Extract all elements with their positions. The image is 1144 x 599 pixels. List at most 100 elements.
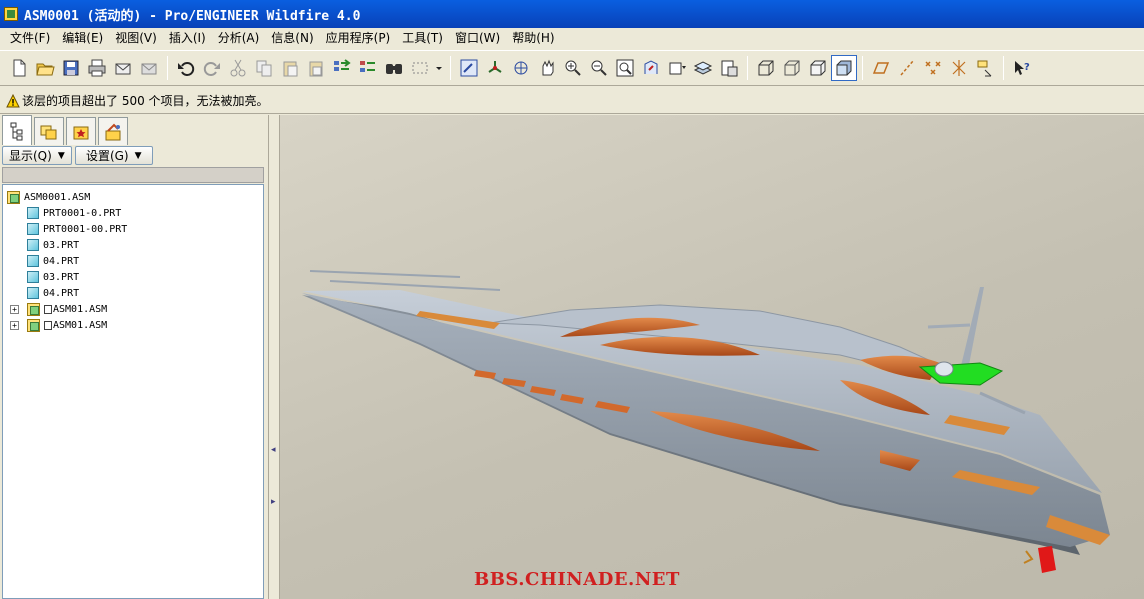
regen-manager-icon[interactable] <box>355 55 381 81</box>
menu-insert[interactable]: 插入(I) <box>163 28 212 48</box>
part-icon <box>27 207 39 219</box>
tree-item-root[interactable]: ASM0001.ASM <box>3 189 263 205</box>
menu-file[interactable]: 文件(F) <box>4 28 56 48</box>
tree-item-label: 04.PRT <box>43 255 80 267</box>
email-attach-icon[interactable] <box>136 55 162 81</box>
refit-icon[interactable] <box>612 55 638 81</box>
wireframe-icon[interactable] <box>753 55 779 81</box>
part-icon <box>27 255 39 267</box>
tree-item-subassembly[interactable]: + ASM01.ASM <box>3 317 263 333</box>
menu-tools[interactable]: 工具(T) <box>396 28 449 48</box>
undo-icon[interactable] <box>173 55 199 81</box>
connections-tab[interactable] <box>98 117 128 145</box>
menu-edit[interactable]: 编辑(E) <box>56 28 109 48</box>
no-hidden-icon[interactable] <box>805 55 831 81</box>
open-folder-icon[interactable] <box>32 55 58 81</box>
part-icon <box>27 271 39 283</box>
layers-icon[interactable] <box>690 55 716 81</box>
yacht-model <box>302 270 1110 573</box>
menu-bar: 文件(F) 编辑(E) 视图(V) 插入(I) 分析(A) 信息(N) 应用程序… <box>0 28 1144 48</box>
tree-item-part[interactable]: 03.PRT <box>3 269 263 285</box>
datum-axis-icon[interactable] <box>894 55 920 81</box>
settings-dropdown-button[interactable]: 设置(G) ▼ <box>74 146 153 165</box>
graphics-window[interactable]: BBS.CHINADE.NET <box>280 115 1144 599</box>
tree-item-part[interactable]: 04.PRT <box>3 253 263 269</box>
menu-applications[interactable]: 应用程序(P) <box>320 28 397 48</box>
warning-icon <box>6 93 20 107</box>
toolbar-separator <box>747 56 748 80</box>
menu-analysis[interactable]: 分析(A) <box>212 28 266 48</box>
tree-item-label: 03.PRT <box>43 271 80 283</box>
tree-item-label: PRT0001-00.PRT <box>43 223 128 235</box>
copy-icon[interactable] <box>251 55 277 81</box>
radome-shape <box>934 361 954 377</box>
reorient-icon[interactable] <box>638 55 664 81</box>
collapse-left-icon[interactable]: ◂ <box>271 445 277 455</box>
model-tree-tab[interactable] <box>2 115 32 145</box>
saved-views-icon[interactable] <box>664 55 690 81</box>
tree-item-label: 04.PRT <box>43 287 80 299</box>
paste-special-icon[interactable] <box>303 55 329 81</box>
show-dropdown-button[interactable]: 显示(Q) ▼ <box>2 146 72 165</box>
part-icon <box>27 239 39 251</box>
part-icon <box>27 223 39 235</box>
spin-center-icon[interactable] <box>482 55 508 81</box>
menu-info[interactable]: 信息(N) <box>265 28 319 48</box>
tree-item-label: 03.PRT <box>43 239 80 251</box>
tree-item-part[interactable]: 03.PRT <box>3 237 263 253</box>
assembly-icon <box>27 318 40 332</box>
zoom-out-icon[interactable] <box>586 55 612 81</box>
assembly-icon <box>27 302 40 316</box>
email-icon[interactable] <box>110 55 136 81</box>
view-manager-icon[interactable] <box>716 55 742 81</box>
favorites-tab[interactable] <box>66 117 96 145</box>
select-box-icon[interactable] <box>407 55 433 81</box>
panel-sash[interactable]: ◂ ▸ <box>268 115 280 599</box>
expand-plus-icon[interactable]: + <box>10 304 19 314</box>
regenerate-icon[interactable] <box>329 55 355 81</box>
paste-icon[interactable] <box>277 55 303 81</box>
tree-item-label: ASM01.ASM <box>53 319 108 331</box>
highlighted-part-shape <box>918 362 1004 386</box>
message-area: 该层的项目超出了 500 个项目，无法被加亮。 <box>0 88 1144 114</box>
tree-column-header <box>2 167 264 183</box>
dropdown-arrow-icon[interactable] <box>433 55 445 81</box>
context-help-icon[interactable]: ? <box>1009 55 1035 81</box>
datum-plane-icon[interactable] <box>868 55 894 81</box>
menu-help[interactable]: 帮助(H) <box>506 28 560 48</box>
annotation-icon[interactable] <box>972 55 998 81</box>
favorites-icon <box>73 126 89 139</box>
datum-point-icon[interactable] <box>920 55 946 81</box>
tree-item-part[interactable]: PRT0001-00.PRT <box>3 221 263 237</box>
zoom-in-icon[interactable] <box>560 55 586 81</box>
folder-browser-tab[interactable] <box>34 117 64 145</box>
model-tree-icon <box>10 122 23 140</box>
orient-mode-icon[interactable] <box>508 55 534 81</box>
menu-view[interactable]: 视图(V) <box>109 28 163 48</box>
show-label: 显示(Q) <box>9 149 52 163</box>
navigator-panel: 显示(Q) ▼ 设置(G) ▼ ASM0001.ASM PRT0001-0.PRT … <box>0 115 268 599</box>
redo-icon[interactable] <box>199 55 225 81</box>
pan-icon[interactable] <box>534 55 560 81</box>
tree-item-part[interactable]: 04.PRT <box>3 285 263 301</box>
shading-icon[interactable] <box>831 55 857 81</box>
expand-plus-icon[interactable]: + <box>10 320 19 330</box>
folder-browser-icon <box>40 125 57 139</box>
tree-item-subassembly[interactable]: + ASM01.ASM <box>3 301 263 317</box>
find-icon[interactable] <box>381 55 407 81</box>
new-file-icon[interactable] <box>6 55 32 81</box>
menu-window[interactable]: 窗口(W) <box>449 28 506 48</box>
hidden-line-icon[interactable] <box>779 55 805 81</box>
window-title: ASM0001 (活动的) - Pro/ENGINEER Wildfire 4.… <box>24 8 361 24</box>
save-icon[interactable] <box>58 55 84 81</box>
print-icon[interactable] <box>84 55 110 81</box>
coord-sys-icon[interactable] <box>946 55 972 81</box>
toolbar-separator <box>450 56 451 80</box>
watermark-text: BBS.CHINADE.NET <box>474 569 680 590</box>
toolbar-separator <box>167 56 168 80</box>
repaint-icon[interactable] <box>456 55 482 81</box>
cut-icon[interactable] <box>225 55 251 81</box>
main-toolbar: ? <box>0 50 1144 86</box>
tree-item-part[interactable]: PRT0001-0.PRT <box>3 205 263 221</box>
expand-right-icon[interactable]: ▸ <box>271 497 277 507</box>
